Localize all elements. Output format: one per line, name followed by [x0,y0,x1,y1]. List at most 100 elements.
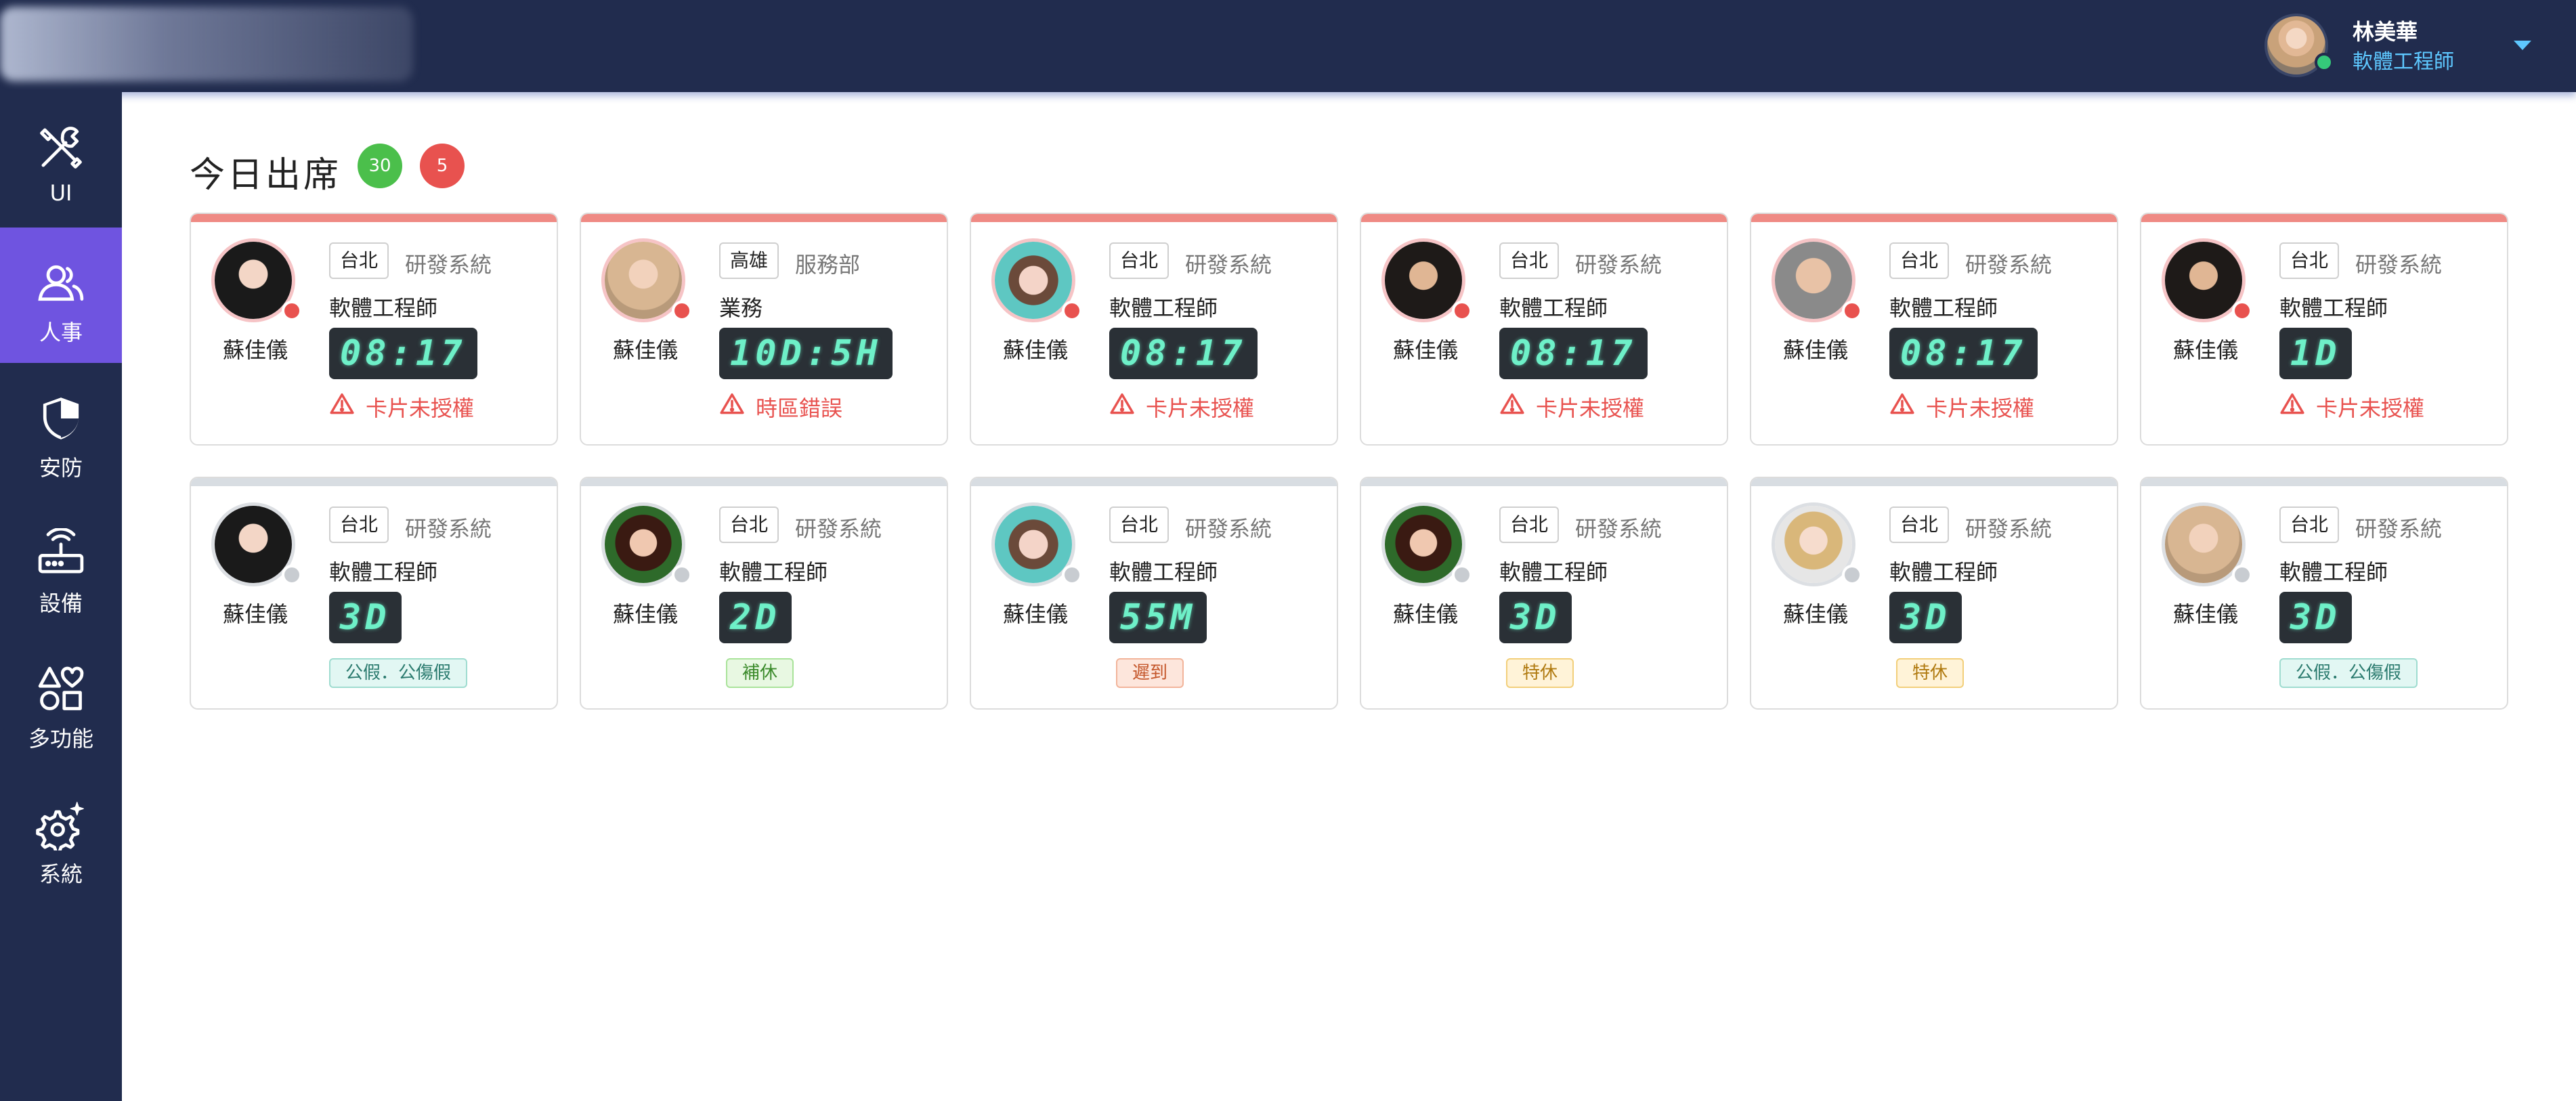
location-tag: 台北 [1889,242,1950,279]
card-status-bar [1361,478,1727,486]
time-display: 2D [719,592,792,643]
employee-name: 蘇佳儀 [1782,601,1848,627]
sidebar-item-label: 人事 [39,320,83,345]
role-label: 軟體工程師 [1109,559,1218,585]
warning-text: 卡片未授權 [1146,395,1255,421]
warning-icon [1499,391,1536,423]
brand-logo[interactable] [0,7,413,81]
attendance-card[interactable]: 蘇佳儀 台北 研發系統 軟體工程師 08:17 卡片未授權 [190,213,558,446]
role-label: 軟體工程師 [2279,559,2388,585]
sidebar-item-devices[interactable]: 設備 [0,498,122,634]
shapes-icon [34,662,88,716]
role-label: 軟體工程師 [1889,295,1998,321]
users-icon [34,256,88,310]
attendance-card[interactable]: 蘇佳儀 台北 研發系統 軟體工程師 3D 特休 [1750,477,2118,710]
card-status-bar [1751,478,2117,486]
card-status-bar [1751,214,2117,222]
sidebar-item-label: 系統 [39,861,83,887]
card-status-bar [2141,214,2507,222]
attendance-card[interactable]: 蘇佳儀 台北 研發系統 軟體工程師 3D 公假．公傷假 [190,477,558,710]
user-menu[interactable]: 林美華 軟體工程師 [2264,0,2576,92]
attendance-card[interactable]: 蘇佳儀 台北 研發系統 軟體工程師 3D 特休 [1360,477,1728,710]
sidebar-item-label: 設備 [39,590,83,616]
online-status-dot [2315,53,2334,72]
presence-status-dot [1452,565,1472,585]
location-tag: 台北 [2279,242,2340,279]
department-label: 研發系統 [1575,252,1662,278]
sidebar-item-label: 多功能 [28,726,93,752]
presence-status-dot [282,301,302,321]
employee-name: 蘇佳儀 [2172,601,2238,627]
present-count-badge[interactable]: 30 [358,144,402,188]
warning-message: 時區錯誤 [719,391,842,423]
leave-type-tag: 特休 [1896,658,1965,688]
role-label: 軟體工程師 [1499,295,1608,321]
attendance-card[interactable]: 蘇佳儀 台北 研發系統 軟體工程師 1D 卡片未授權 [2140,213,2508,446]
user-title: 軟體工程師 [2353,50,2454,74]
location-tag: 高雄 [719,242,779,279]
role-label: 軟體工程師 [719,559,828,585]
warning-text: 卡片未授權 [1926,395,2035,421]
attendance-card[interactable]: 蘇佳儀 台北 研發系統 軟體工程師 55M 遲到 [970,477,1338,710]
presence-status-dot [672,301,692,321]
time-display: 10D:5H [719,328,893,379]
role-label: 軟體工程師 [329,295,438,321]
role-label: 軟體工程師 [329,559,438,585]
department-label: 研發系統 [795,516,882,542]
page-title: 今日出席 [190,155,342,196]
attendance-card[interactable]: 蘇佳儀 台北 研發系統 軟體工程師 3D 公假．公傷假 [2140,477,2508,710]
department-label: 研發系統 [405,252,492,278]
gear-sparkle-icon [34,798,88,852]
sidebar-item-security[interactable]: 安防 [0,363,122,498]
sidebar-item-hr[interactable]: 人事 [0,228,122,363]
router-icon [34,527,88,581]
card-status-bar [1361,214,1727,222]
warning-message: 卡片未授權 [1499,391,1644,423]
time-display: 55M [1109,592,1207,643]
location-tag: 台北 [329,242,389,279]
sidebar-item-ui[interactable]: UI [0,92,122,228]
sidebar-item-system[interactable]: 系統 [0,769,122,905]
time-display: 08:17 [1889,328,2038,379]
presence-status-dot [1062,565,1082,585]
attendance-card[interactable]: 蘇佳儀 台北 研發系統 軟體工程師 08:17 卡片未授權 [1750,213,2118,446]
warning-text: 卡片未授權 [2316,395,2425,421]
warning-icon [329,391,366,423]
card-status-bar [581,478,947,486]
location-tag: 台北 [1109,242,1169,279]
warning-icon [1889,391,1926,423]
presence-status-dot [672,565,692,585]
department-label: 研發系統 [405,516,492,542]
shield-icon [34,391,88,446]
attendance-card[interactable]: 蘇佳儀 台北 研發系統 軟體工程師 08:17 卡片未授權 [1360,213,1728,446]
employee-name: 蘇佳儀 [222,601,288,627]
location-tag: 台北 [719,506,779,543]
sidebar-item-label: UI [49,180,72,206]
department-label: 研發系統 [2355,516,2443,542]
department-label: 服務部 [795,252,861,278]
absent-count-badge[interactable]: 5 [420,144,465,188]
time-display: 08:17 [1499,328,1648,379]
warning-text: 卡片未授權 [366,395,475,421]
card-status-bar [581,214,947,222]
chevron-down-icon[interactable] [2514,41,2531,50]
presence-status-dot [1842,301,1862,321]
attendance-card[interactable]: 蘇佳儀 高雄 服務部 業務 10D:5H 時區錯誤 [580,213,948,446]
attendance-card[interactable]: 蘇佳儀 台北 研發系統 軟體工程師 2D 補休 [580,477,948,710]
leave-type-tag: 遲到 [1116,658,1184,688]
leave-type-tag: 公假．公傷假 [329,658,468,688]
department-label: 研發系統 [1185,252,1272,278]
tools-icon [34,121,88,175]
sidebar-item-multi[interactable]: 多功能 [0,634,122,769]
time-display: 3D [1889,592,1962,643]
employee-name: 蘇佳儀 [222,337,288,363]
attendance-card[interactable]: 蘇佳儀 台北 研發系統 軟體工程師 08:17 卡片未授權 [970,213,1338,446]
warning-text: 卡片未授權 [1536,395,1645,421]
presence-status-dot [1842,565,1862,585]
location-tag: 台北 [2279,506,2340,543]
warning-message: 卡片未授權 [1109,391,1254,423]
card-status-bar [971,478,1337,486]
location-tag: 台北 [1889,506,1950,543]
presence-status-dot [282,565,302,585]
employee-name: 蘇佳儀 [1002,601,1068,627]
